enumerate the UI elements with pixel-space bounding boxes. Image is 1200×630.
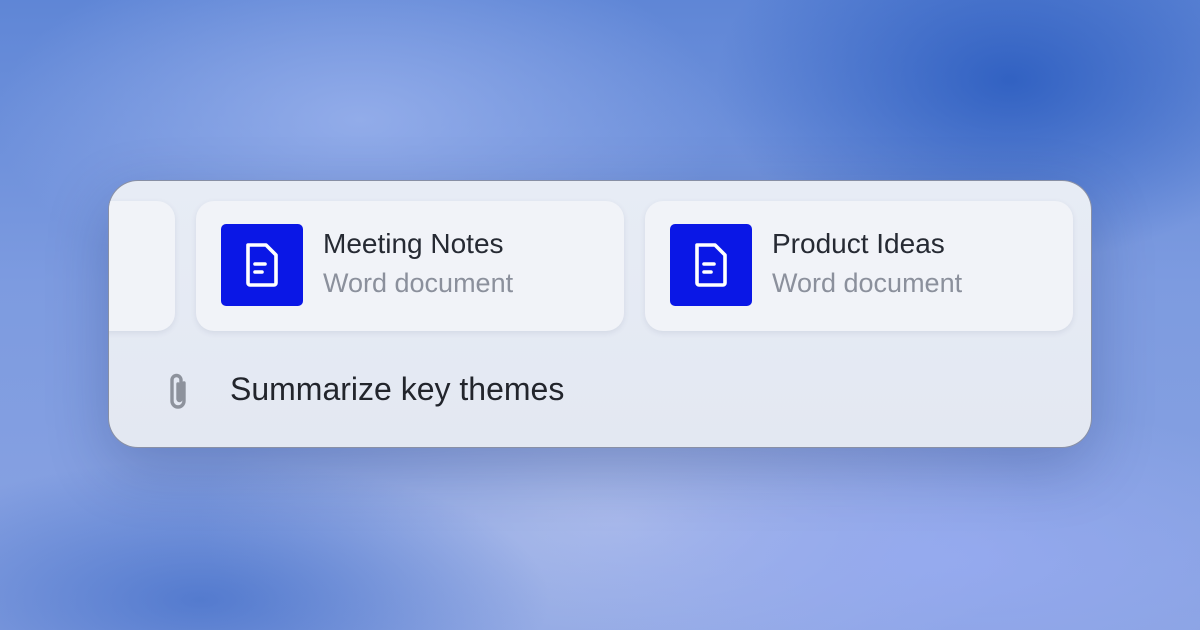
file-title: Product Ideas <box>772 228 945 259</box>
file-type: Word document <box>323 268 514 298</box>
document-icon <box>670 224 752 306</box>
paperclip-icon[interactable] <box>161 371 197 413</box>
prompt-panel: Meeting Notes Word document Product Idea… <box>108 180 1092 448</box>
file-card-product-ideas[interactable]: Product Ideas Word document <box>645 201 1073 331</box>
document-icon <box>221 224 303 306</box>
file-card-partial[interactable] <box>109 201 175 331</box>
file-type: Word document <box>772 268 963 298</box>
file-card-meeting-notes[interactable]: Meeting Notes Word document <box>196 201 624 331</box>
prompt-input-text[interactable]: Summarize key themes <box>230 371 564 408</box>
file-title: Meeting Notes <box>323 228 504 259</box>
